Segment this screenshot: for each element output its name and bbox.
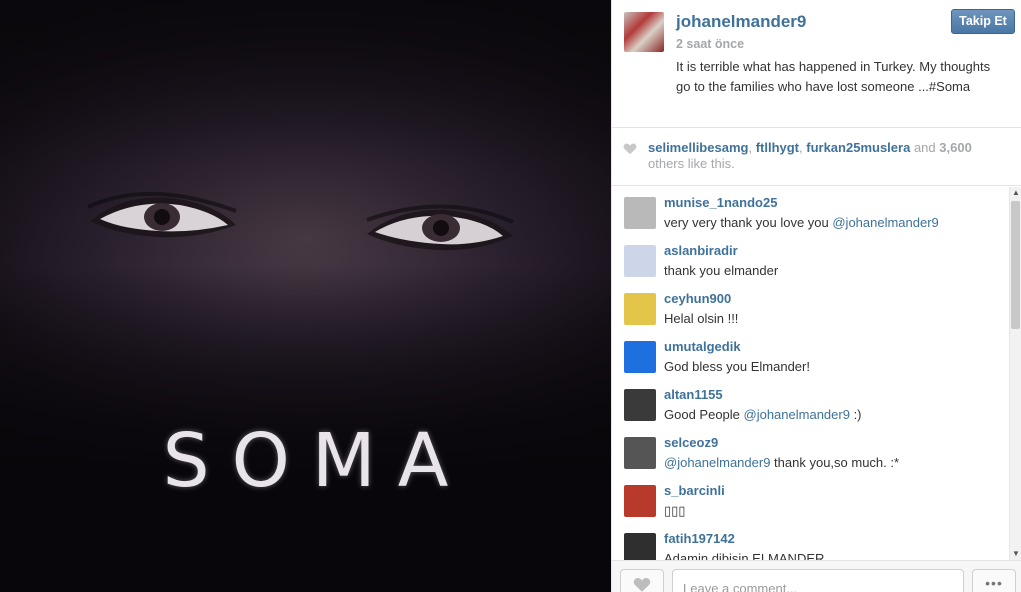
- commenter-username[interactable]: altan1155: [664, 387, 723, 402]
- comment-footer: •••: [612, 560, 1021, 592]
- comment-item: munise_1nando25 very very thank you love…: [612, 187, 1010, 235]
- like-button[interactable]: [620, 569, 664, 592]
- mention-link[interactable]: @johanelmander9: [664, 455, 770, 470]
- follow-button[interactable]: Takip Et: [951, 9, 1015, 34]
- post-viewer: SOMA johanelmander9 2 saat önce It is te…: [0, 0, 1021, 592]
- author-username[interactable]: johanelmander9: [676, 12, 806, 32]
- comment-item: fatih197142 Adamin dibisin ELMANDER: [612, 523, 1010, 560]
- heart-icon: [623, 143, 637, 155]
- commenter-avatar[interactable]: [624, 533, 656, 560]
- comment-text: very very thank you love you @johanelman…: [664, 215, 939, 230]
- likes-summary: selimellibesamg, ftllhygt, furkan25musle…: [612, 129, 1021, 186]
- commenter-avatar[interactable]: [624, 245, 656, 277]
- post-header: johanelmander9 2 saat önce It is terribl…: [612, 0, 1021, 128]
- comment-item: selceoz9 @johanelmander9 thank you,so mu…: [612, 427, 1010, 475]
- author-avatar[interactable]: [624, 12, 664, 52]
- comments-scrollbar[interactable]: ▲ ▼: [1009, 187, 1021, 560]
- comment-item: aslanbiradir thank you elmander: [612, 235, 1010, 283]
- mention-link[interactable]: @johanelmander9: [744, 407, 850, 422]
- comment-text: God bless you Elmander!: [664, 359, 810, 374]
- commenter-username[interactable]: umutalgedik: [664, 339, 741, 354]
- scrollbar-thumb[interactable]: [1011, 201, 1020, 329]
- comment-item: umutalgedik God bless you Elmander!: [612, 331, 1010, 379]
- commenter-avatar[interactable]: [624, 389, 656, 421]
- right-eye-graphic: [365, 198, 515, 256]
- commenter-username[interactable]: fatih197142: [664, 531, 735, 546]
- commenter-username[interactable]: s_barcinli: [664, 483, 725, 498]
- commenter-username[interactable]: aslanbiradir: [664, 243, 738, 258]
- likes-suffix: others like this.: [648, 156, 735, 171]
- comment-input[interactable]: [672, 569, 964, 592]
- post-timestamp[interactable]: 2 saat önce: [676, 37, 744, 51]
- likes-text: selimellibesamg, ftllhygt, furkan25musle…: [648, 140, 972, 171]
- photo-overlay-text: SOMA: [162, 418, 471, 504]
- post-details-panel: johanelmander9 2 saat önce It is terribl…: [611, 0, 1021, 592]
- ellipsis-icon[interactable]: •••: [972, 569, 1016, 592]
- commenter-username[interactable]: selceoz9: [664, 435, 718, 450]
- heart-icon: [633, 578, 651, 592]
- commenter-avatar[interactable]: [624, 341, 656, 373]
- comment-text: Helal olsin !!!: [664, 311, 739, 326]
- liker-link[interactable]: selimellibesamg: [648, 140, 748, 155]
- comment-item: s_barcinli ▯▯▯: [612, 475, 1010, 523]
- commenter-avatar[interactable]: [624, 485, 656, 517]
- commenter-username[interactable]: ceyhun900: [664, 291, 731, 306]
- commenter-avatar[interactable]: [624, 197, 656, 229]
- comment-text: thank you elmander: [664, 263, 779, 278]
- arrow-down-icon[interactable]: ▼: [1012, 550, 1020, 558]
- comment-text: @johanelmander9 thank you,so much. :*: [664, 455, 900, 470]
- arrow-up-icon[interactable]: ▲: [1012, 189, 1020, 197]
- liker-link[interactable]: furkan25muslera: [806, 140, 910, 155]
- liker-link[interactable]: ftllhygt: [756, 140, 799, 155]
- comment-text: Good People @johanelmander9 :): [664, 407, 862, 422]
- left-eye-graphic: [88, 185, 238, 243]
- comment-text: Adamin dibisin ELMANDER: [664, 551, 825, 560]
- commenter-username[interactable]: munise_1nando25: [664, 195, 777, 210]
- comment-item: ceyhun900 Helal olsin !!!: [612, 283, 1010, 331]
- likes-count[interactable]: 3,600: [939, 140, 972, 155]
- comments-list[interactable]: munise_1nando25 very very thank you love…: [612, 187, 1010, 560]
- comment-text: ▯▯▯: [664, 503, 686, 518]
- commenter-avatar[interactable]: [624, 293, 656, 325]
- post-photo[interactable]: SOMA: [0, 0, 611, 592]
- mention-link[interactable]: @johanelmander9: [832, 215, 938, 230]
- commenter-avatar[interactable]: [624, 437, 656, 469]
- comment-item: altan1155 Good People @johanelmander9 :): [612, 379, 1010, 427]
- post-caption: It is terrible what has happened in Turk…: [676, 59, 991, 94]
